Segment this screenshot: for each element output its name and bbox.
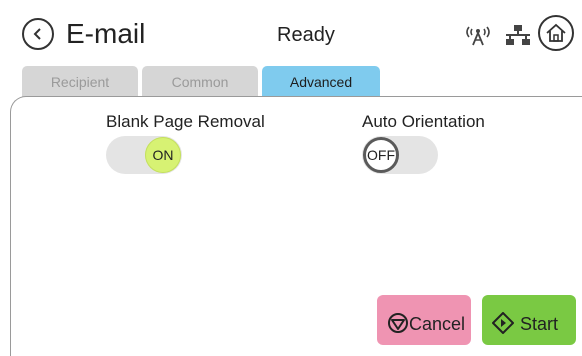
start-icon <box>492 312 514 334</box>
blank-page-removal-toggle[interactable]: ON <box>106 136 182 174</box>
header-bar: E-mail Ready <box>0 0 582 62</box>
toggle-knob-off: OFF <box>363 137 399 173</box>
start-button[interactable]: Start <box>482 295 576 345</box>
auto-orientation-toggle[interactable]: OFF <box>362 136 438 174</box>
cancel-button[interactable]: Cancel <box>377 295 471 345</box>
home-button[interactable] <box>538 15 574 51</box>
wireless-icon <box>466 26 490 46</box>
back-button[interactable] <box>22 18 54 50</box>
network-icon <box>506 25 530 45</box>
blank-page-removal-label: Blank Page Removal <box>106 112 265 131</box>
back-arrow-icon <box>33 28 41 40</box>
home-icon <box>546 23 566 42</box>
status-text: Ready <box>277 24 335 46</box>
auto-orientation-label: Auto Orientation <box>362 112 485 131</box>
toggle-knob-on: ON <box>145 137 181 173</box>
tab-common[interactable]: Common <box>142 66 258 97</box>
stop-icon <box>388 313 408 333</box>
tab-recipient[interactable]: Recipient <box>22 66 138 97</box>
page-title: E-mail <box>66 18 146 49</box>
start-label: Start <box>520 314 559 334</box>
cancel-label: Cancel <box>409 314 466 334</box>
tab-advanced[interactable]: Advanced <box>262 66 380 97</box>
